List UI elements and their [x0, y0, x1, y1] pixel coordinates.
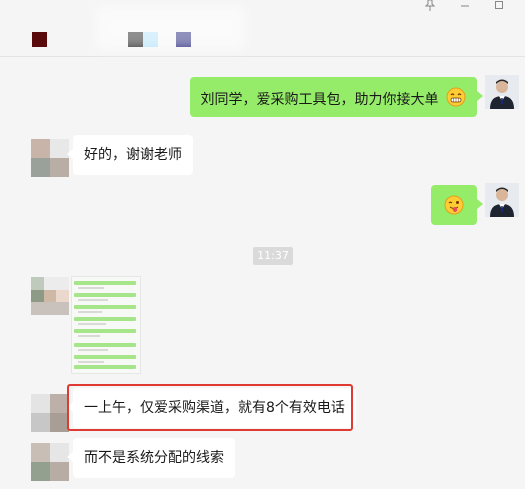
message-bubble-sent[interactable]: 刘同学，爱采购工具包，助力你接大单 [189, 77, 484, 117]
message-list[interactable]: 刘同学，爱采购工具包，助力你接大单 好的，谢谢老师 11:37 一上午，仅爱采购… [0, 57, 525, 489]
timestamp: 11:37 [253, 247, 293, 265]
avatar[interactable] [31, 394, 69, 432]
avatar[interactable] [31, 139, 69, 177]
screenshot-thumbnail-image [72, 277, 140, 373]
blurred-contact-name [32, 32, 47, 47]
message-text: 刘同学，爱采购工具包，助力你接大单 [200, 92, 439, 108]
message-text: 而不是系统分配的线索 [84, 450, 224, 466]
avatar[interactable] [485, 75, 519, 109]
maximize-icon[interactable] [492, 0, 506, 12]
avatar[interactable] [31, 277, 69, 315]
chat-header [0, 0, 525, 57]
avatar[interactable] [31, 443, 69, 481]
message-text: 好的，谢谢老师 [84, 147, 182, 163]
minimize-icon[interactable] [458, 0, 472, 12]
highlight-box [67, 384, 353, 431]
message-bubble-received[interactable]: 而不是系统分配的线索 [67, 438, 235, 478]
wink-tongue-emoji-icon [444, 195, 464, 221]
blurred-header-area [95, 6, 245, 50]
avatar[interactable] [485, 183, 519, 217]
image-message[interactable] [71, 276, 141, 374]
message-bubble-sent[interactable] [431, 185, 483, 225]
pin-icon[interactable] [423, 0, 437, 12]
grin-emoji-icon [446, 87, 466, 113]
message-bubble-received[interactable]: 好的，谢谢老师 [67, 135, 193, 175]
